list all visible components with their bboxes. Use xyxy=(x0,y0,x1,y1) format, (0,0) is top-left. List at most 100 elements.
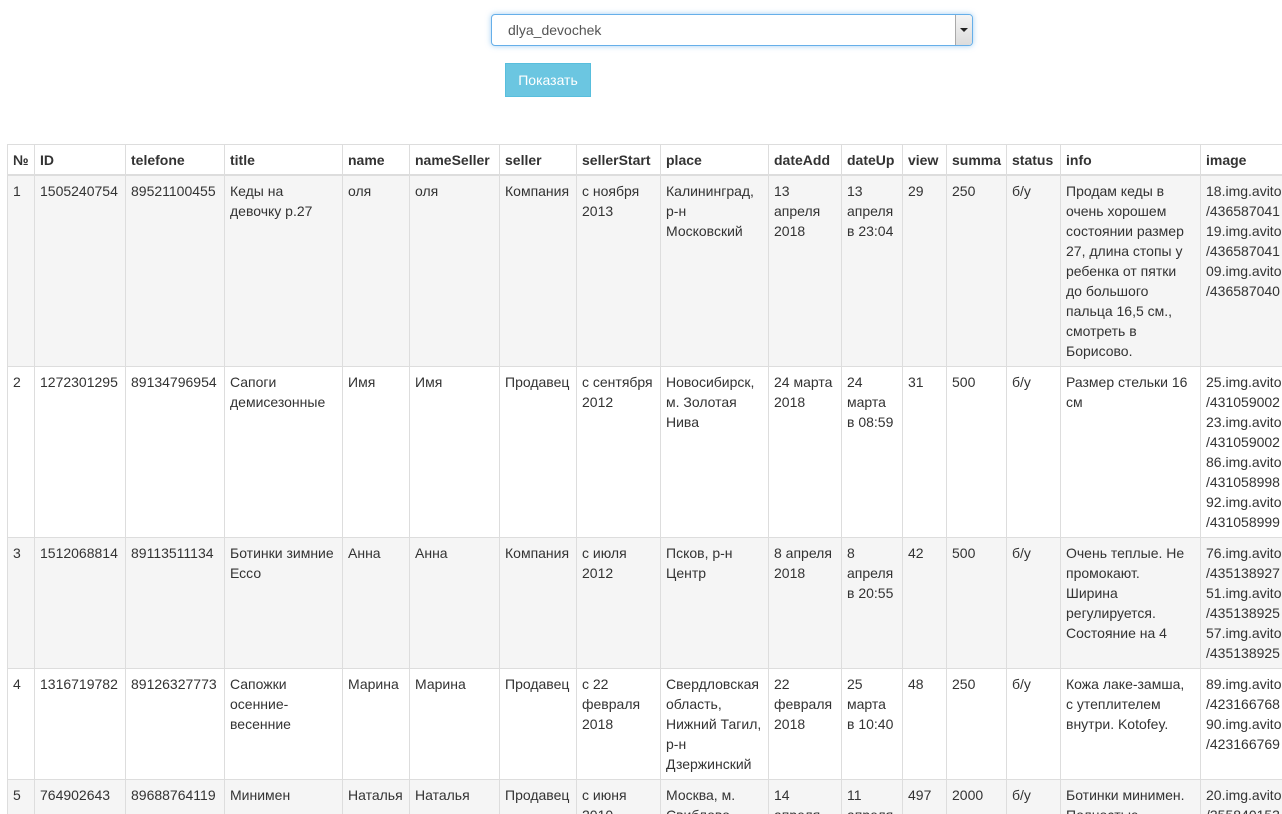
image-link[interactable]: 09.img.avito xyxy=(1206,261,1282,281)
cell-info: Размер стельки 16 см xyxy=(1060,366,1201,538)
results-table: № ID telefone title name nameSeller sell… xyxy=(7,144,1282,814)
table-row: 3 1512068814 89113511134 Ботинки зимние Есс… xyxy=(7,537,1282,669)
image-link[interactable]: /423166768 xyxy=(1206,694,1282,714)
image-link[interactable]: /435138925 xyxy=(1206,643,1282,663)
cell-info: Кожа лаке-замша, с утеплителем внутри. K… xyxy=(1060,668,1201,780)
table-row: 2 1272301295 89134796954 Сапоги демисезонны… xyxy=(7,366,1282,538)
cell-image: 76.img.avito/435138927 51.img.avito/43513… xyxy=(1200,537,1282,669)
column-header: nameSeller xyxy=(409,144,500,176)
image-link[interactable]: 92.img.avito xyxy=(1206,492,1282,512)
cell-sellerstart: с 22 февраля 2018 xyxy=(576,668,661,780)
column-header: sellerStart xyxy=(576,144,661,176)
cell-dateup: 13 апреля в 23:04 xyxy=(841,174,903,367)
image-link[interactable]: /436587041 xyxy=(1206,241,1282,261)
column-header: dateAdd xyxy=(768,144,842,176)
image-link[interactable]: 20.img.avito xyxy=(1206,785,1282,805)
cell-dateadd: 24 марта 2018 xyxy=(768,366,842,538)
cell-title: Кеды на девочку р.27 xyxy=(224,174,343,367)
cell-telefone: 89688764119 xyxy=(125,779,225,814)
image-link[interactable]: 57.img.avito xyxy=(1206,623,1282,643)
cell-info: Продам кеды в очень хорошем состоянии ра… xyxy=(1060,174,1201,367)
column-header: info xyxy=(1060,144,1201,176)
image-link[interactable]: /423166769 xyxy=(1206,734,1282,754)
cell-view: 497 xyxy=(902,779,947,814)
cell-dateadd: 13 апреля 2018 xyxy=(768,174,842,367)
category-select[interactable]: dlya_devochek xyxy=(491,14,973,46)
cell-name: Имя xyxy=(342,366,410,538)
cell-id: 764902643 xyxy=(34,779,126,814)
cell-info: Очень теплые. Не промокают. Ширина регул… xyxy=(1060,537,1201,669)
image-link[interactable]: /436587040 xyxy=(1206,281,1282,301)
image-link[interactable]: 19.img.avito xyxy=(1206,221,1282,241)
cell-summa: 500 xyxy=(946,366,1007,538)
cell-place: Новосибирск, м. Золотая Нива xyxy=(660,366,769,538)
cell-num: 2 xyxy=(7,366,35,538)
cell-id: 1272301295 xyxy=(34,366,126,538)
table-header-row: № ID telefone title name nameSeller sell… xyxy=(7,144,1282,176)
image-link[interactable]: /431058999 xyxy=(1206,512,1282,532)
cell-view: 42 xyxy=(902,537,947,669)
cell-title: Ботинки зимние Ессо xyxy=(224,537,343,669)
cell-nameseller: оля xyxy=(409,174,500,367)
image-link[interactable]: 51.img.avito xyxy=(1206,583,1282,603)
cell-status: б/у xyxy=(1006,366,1061,538)
column-header: name xyxy=(342,144,410,176)
image-link[interactable]: /355840153 xyxy=(1206,805,1282,814)
cell-name: Наталья xyxy=(342,779,410,814)
column-header: title xyxy=(224,144,343,176)
cell-id: 1505240754 xyxy=(34,174,126,367)
cell-place: Псков, р-н Центр xyxy=(660,537,769,669)
image-link[interactable]: /435138925 xyxy=(1206,603,1282,623)
image-link[interactable]: 86.img.avito xyxy=(1206,452,1282,472)
image-link[interactable]: /435138927 xyxy=(1206,563,1282,583)
cell-image: 18.img.avito/436587041 19.img.avito/43658… xyxy=(1200,174,1282,367)
cell-view: 31 xyxy=(902,366,947,538)
image-link[interactable]: /431058998 xyxy=(1206,472,1282,492)
cell-telefone: 89113511134 xyxy=(125,537,225,669)
cell-sellerstart: с июля 2012 xyxy=(576,537,661,669)
cell-nameseller: Наталья xyxy=(409,779,500,814)
cell-dateadd: 22 февраля 2018 xyxy=(768,668,842,780)
image-link[interactable]: 23.img.avito xyxy=(1206,412,1282,432)
cell-dateadd: 8 апреля 2018 xyxy=(768,537,842,669)
image-link[interactable]: 18.img.avito xyxy=(1206,181,1282,201)
column-header: ID xyxy=(34,144,126,176)
cell-num: 5 xyxy=(7,779,35,814)
column-header: № xyxy=(7,144,35,176)
show-button[interactable]: Показать xyxy=(505,63,591,97)
cell-summa: 250 xyxy=(946,668,1007,780)
cell-seller: Продавец xyxy=(499,779,577,814)
results-table-container[interactable]: № ID telefone title name nameSeller sell… xyxy=(7,144,1282,814)
cell-place: Москва, м. Свиблово xyxy=(660,779,769,814)
image-link[interactable]: /436587041 xyxy=(1206,201,1282,221)
cell-summa: 500 xyxy=(946,537,1007,669)
table-row: 4 1316719782 89126327773 Сапожки осенние-ве… xyxy=(7,668,1282,780)
cell-info: Ботинки минимен. Полностью xyxy=(1060,779,1201,814)
column-header: seller xyxy=(499,144,577,176)
table-row: 1 1505240754 89521100455 Кеды на девочку р.… xyxy=(7,174,1282,367)
category-select-value: dlya_devochek xyxy=(508,22,602,38)
column-header: telefone xyxy=(125,144,225,176)
image-link[interactable]: /431059002 xyxy=(1206,432,1282,452)
column-header: status xyxy=(1006,144,1061,176)
cell-sellerstart: с ноября 2013 xyxy=(576,174,661,367)
cell-view: 29 xyxy=(902,174,947,367)
cell-image: 25.img.avito/431059002 23.img.avito/43105… xyxy=(1200,366,1282,538)
cell-telefone: 89134796954 xyxy=(125,366,225,538)
image-link[interactable]: 25.img.avito xyxy=(1206,372,1282,392)
cell-id: 1512068814 xyxy=(34,537,126,669)
image-link[interactable]: 90.img.avito xyxy=(1206,714,1282,734)
image-link[interactable]: 76.img.avito xyxy=(1206,543,1282,563)
cell-status: б/у xyxy=(1006,668,1061,780)
cell-dateup: 25 марта в 10:40 xyxy=(841,668,903,780)
image-link[interactable]: /431059002 xyxy=(1206,392,1282,412)
cell-sellerstart: с сентября 2012 xyxy=(576,366,661,538)
cell-name: оля xyxy=(342,174,410,367)
image-link[interactable]: 89.img.avito xyxy=(1206,674,1282,694)
table-row: 5 764902643 89688764119 Минимен Наталья Натал… xyxy=(7,779,1282,814)
chevron-down-icon[interactable] xyxy=(955,15,972,45)
cell-status: б/у xyxy=(1006,174,1061,367)
cell-summa: 250 xyxy=(946,174,1007,367)
cell-telefone: 89521100455 xyxy=(125,174,225,367)
column-header: view xyxy=(902,144,947,176)
